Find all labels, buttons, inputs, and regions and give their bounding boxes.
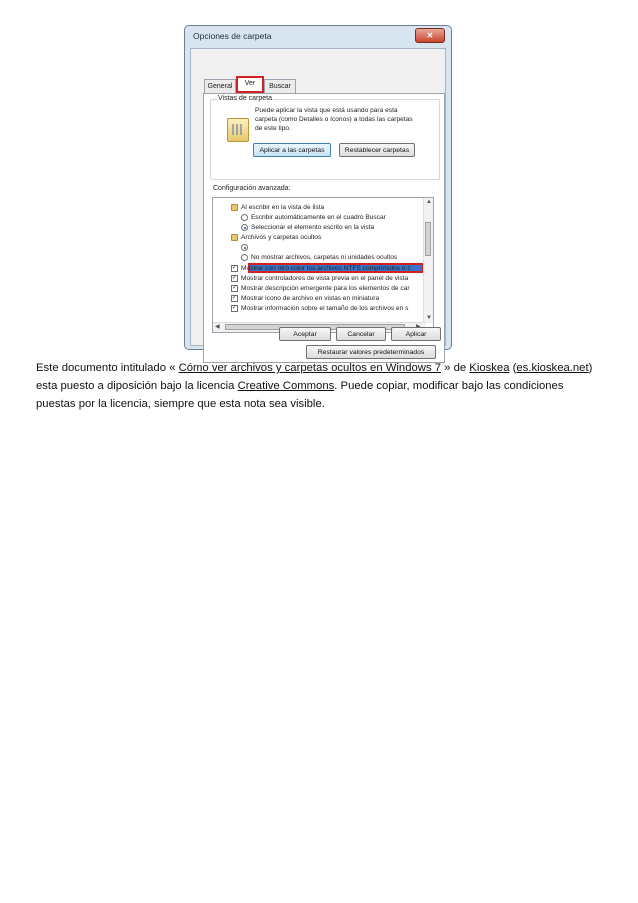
item-label: Archivos y carpetas ocultos	[241, 234, 322, 241]
item-label: Mostrar información sobre el tamaño de l…	[241, 305, 409, 312]
author-link[interactable]: Kioskea	[469, 362, 509, 374]
radio-selected-icon[interactable]	[241, 224, 248, 231]
item-label: Al escribir en la vista de lista	[241, 204, 325, 211]
scroll-left-icon[interactable]: ◀	[215, 323, 220, 331]
apply-to-folders-button[interactable]: Aplicar a las carpetas	[253, 143, 331, 157]
footnote-text: » de	[441, 362, 470, 374]
radio-icon[interactable]	[241, 254, 248, 261]
item-label: Seleccionar el elemento escrito en la vi…	[251, 224, 375, 231]
site-link[interactable]: es.kioskea.net	[516, 362, 588, 374]
folder-views-desc-line: Puede aplicar la vista que está usando p…	[255, 107, 398, 114]
folder-views-label: Vistas de carpeta	[217, 95, 273, 102]
article-title-link[interactable]: Cómo ver archivos y carpetas ocultos en …	[179, 362, 441, 374]
checkbox-checked-icon[interactable]: ✓	[231, 285, 238, 292]
license-link[interactable]: Creative Commons	[238, 380, 335, 392]
folder-view-icon	[227, 118, 249, 142]
folder-options-dialog: Opciones de carpeta ✕ General Ver Buscar…	[184, 25, 452, 363]
vertical-scroll-thumb[interactable]	[425, 222, 431, 256]
item-label: Mostrar icono de archivo en vistas en mi…	[241, 295, 380, 302]
tab-general[interactable]: General	[204, 79, 236, 93]
item-label: Mostrar archivos, carpetas y unidades oc…	[251, 244, 386, 251]
folder-views-group: Vistas de carpeta Puede aplicar la vista…	[210, 95, 440, 180]
folder-views-desc-line: de este tipo.	[255, 125, 291, 132]
advanced-settings-list[interactable]: Al escribir en la vista de lista Escribi…	[212, 197, 434, 333]
advanced-settings-label: Configuración avanzada:	[212, 185, 292, 192]
dialog-title: Opciones de carpeta	[193, 31, 272, 41]
document-page: Opciones de carpeta ✕ General Ver Buscar…	[0, 0, 638, 903]
tab-buscar[interactable]: Buscar	[264, 79, 296, 93]
close-button[interactable]: ✕	[415, 28, 445, 43]
license-footnote: Este documento intitulado « Cómo ver arc…	[36, 359, 606, 413]
item-label: Mostrar con otro color los archivos NTFS…	[241, 265, 411, 272]
checkbox-checked-icon[interactable]: ✓	[231, 295, 238, 302]
radio-icon[interactable]	[241, 214, 248, 221]
item-label: Escribir automáticamente en el cuadro Bu…	[251, 214, 386, 221]
tab-ver[interactable]: Ver	[236, 76, 264, 93]
ok-button[interactable]: Aceptar	[279, 327, 331, 341]
tab-panel-ver: Vistas de carpeta Puede aplicar la vista…	[203, 93, 445, 363]
reset-folders-button[interactable]: Restablecer carpetas	[339, 143, 415, 157]
item-label: Mostrar controladores de vista previa en…	[241, 275, 409, 282]
checkbox-checked-icon[interactable]: ✓	[231, 265, 238, 272]
apply-button[interactable]: Aplicar	[391, 327, 441, 341]
folder-icon	[231, 204, 238, 211]
title-bar[interactable]: Opciones de carpeta ✕	[185, 26, 451, 46]
radio-selected-icon[interactable]	[241, 244, 248, 251]
vertical-scrollbar[interactable]: ▲ ▼	[423, 198, 433, 323]
folder-views-desc-line: carpeta (como Detalles o Iconos) a todas…	[255, 116, 413, 123]
footnote-text: Este documento intitulado «	[36, 362, 179, 374]
checkbox-checked-icon[interactable]: ✓	[231, 305, 238, 312]
checkbox-checked-icon[interactable]: ✓	[231, 275, 238, 282]
item-label: Mostrar descripción emergente para los e…	[241, 285, 410, 292]
scroll-up-icon[interactable]: ▲	[426, 198, 432, 206]
item-label: No mostrar archivos, carpetas ni unidade…	[251, 254, 398, 261]
cancel-button[interactable]: Cancelar	[336, 327, 386, 341]
dialog-body: General Ver Buscar Vistas de carpeta Pue…	[190, 48, 446, 363]
scroll-down-icon[interactable]: ▼	[426, 314, 432, 322]
restore-defaults-button[interactable]: Restaurar valores predeterminados	[306, 345, 436, 359]
folder-icon	[231, 234, 238, 241]
